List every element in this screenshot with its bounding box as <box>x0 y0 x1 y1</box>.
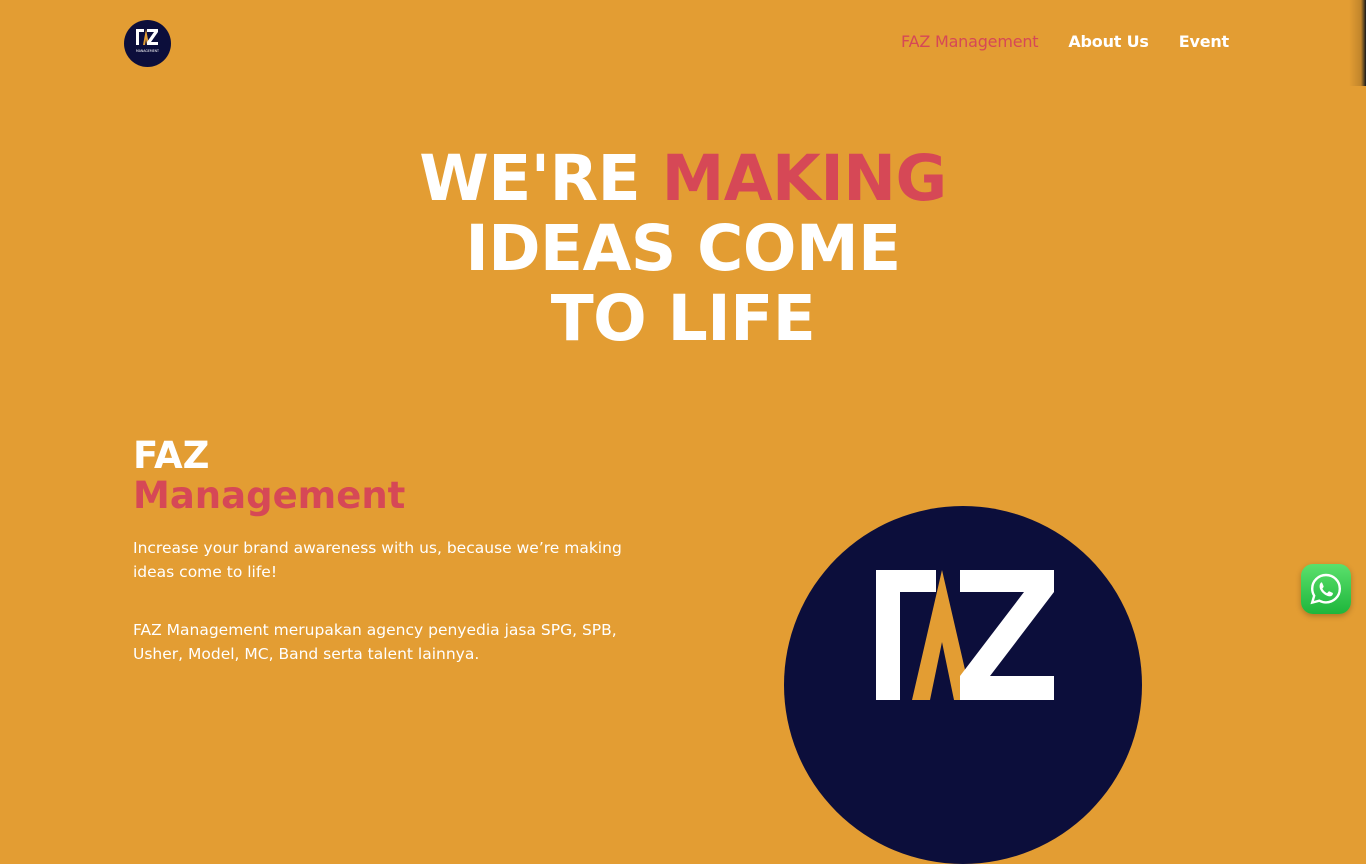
faz-big-logo <box>784 506 1142 864</box>
faz-logo-large-icon <box>876 570 1054 700</box>
about-title-accent: Management <box>133 474 406 517</box>
scrollbar[interactable] <box>1349 0 1366 86</box>
nav-about-us[interactable]: About Us <box>1068 30 1149 54</box>
about-title: FAZ Management <box>133 436 405 516</box>
hero-line-2: IDEAS COME <box>465 212 901 285</box>
site-logo[interactable]: MANAGEMENT <box>124 20 171 67</box>
about-description: FAZ Management merupakan agency penyedia… <box>133 621 617 663</box>
whatsapp-button[interactable] <box>1301 564 1351 614</box>
nav-event[interactable]: Event <box>1179 30 1229 54</box>
hero-line-1: WE'RE MAKING <box>0 144 1366 214</box>
about-tagline: Increase your brand awareness with us, b… <box>133 539 622 581</box>
main-nav: FAZ Management About Us Event <box>901 30 1229 54</box>
whatsapp-icon <box>1310 573 1342 605</box>
hero-line-1-white: WE'RE <box>419 142 662 215</box>
nav-faz-management[interactable]: FAZ Management <box>901 30 1039 54</box>
faz-logo-icon: MANAGEMENT <box>136 29 159 53</box>
about-title-white: FAZ <box>133 434 210 477</box>
hero-line-1-accent: MAKING <box>661 142 948 215</box>
hero-heading: WE'RE MAKING IDEAS COME TO LIFE <box>0 144 1366 354</box>
logo-subtext: MANAGEMENT <box>136 49 159 53</box>
hero-line-3: TO LIFE <box>550 282 816 355</box>
